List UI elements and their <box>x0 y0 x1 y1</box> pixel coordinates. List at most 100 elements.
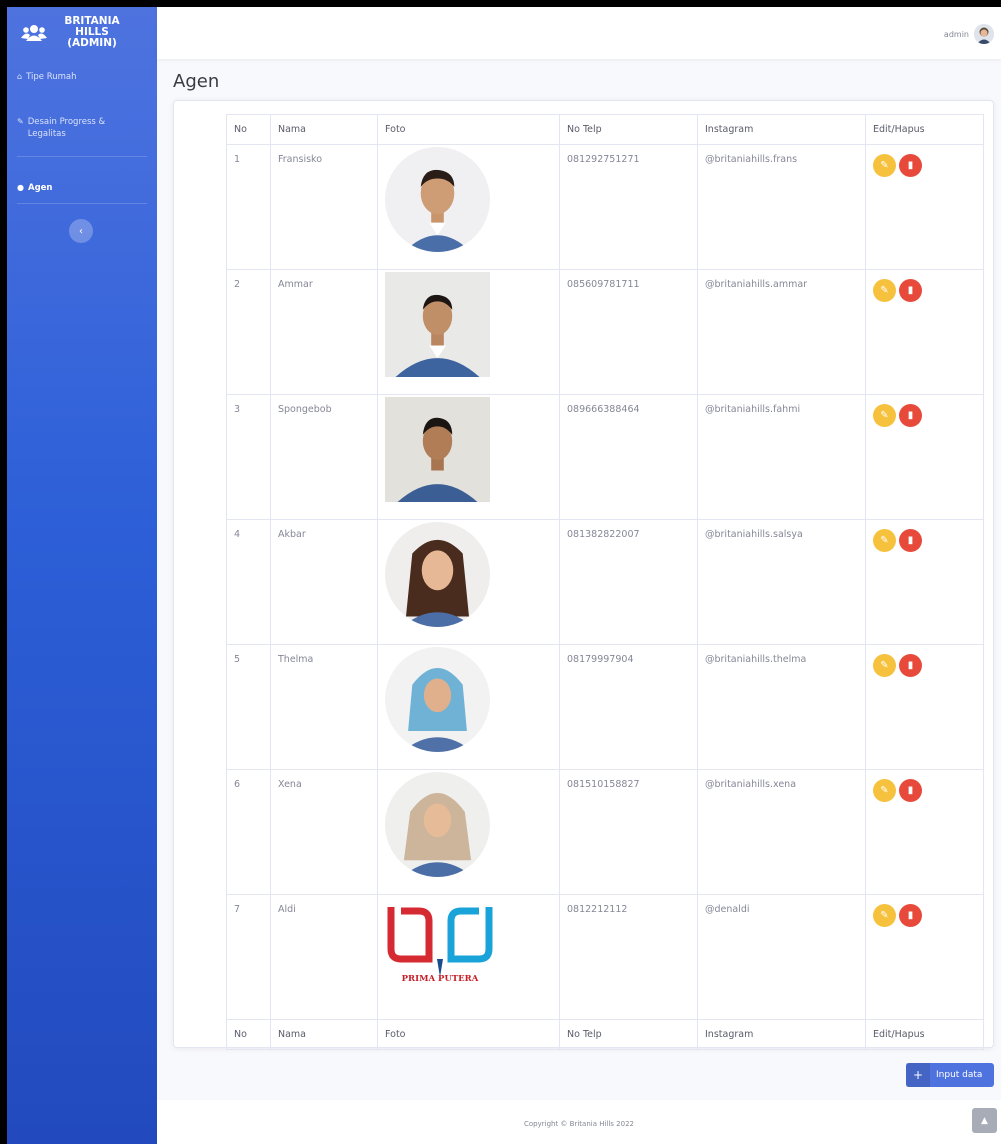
cell-actions: ✎ ▮ <box>865 269 984 395</box>
column-header-foto[interactable]: Foto <box>377 114 560 145</box>
cell-nama: Akbar <box>270 519 378 645</box>
cell-no: 6 <box>226 769 271 895</box>
agent-photo <box>385 522 490 627</box>
agent-table-card: No Nama Foto No Telp Instagram Edit/Hapu… <box>173 100 994 1050</box>
cell-foto: PRIMA PUTERA <box>377 894 560 1020</box>
column-header-edit-hapus[interactable]: Edit/Hapus <box>865 114 984 145</box>
cell-foto <box>377 519 560 645</box>
chevron-up-icon: ▲ <box>981 1115 988 1126</box>
cell-telp: 0812212112 <box>559 894 698 1020</box>
delete-button[interactable]: ▮ <box>899 654 922 677</box>
table-row: 4 Akbar 081382822007 @britaniahills.sals… <box>226 519 984 645</box>
users-icon <box>21 24 47 41</box>
edit-icon: ✎ <box>880 785 889 796</box>
cell-instagram: @britaniahills.thelma <box>697 644 866 770</box>
prima-putera-logo: PRIMA PUTERA <box>387 907 493 984</box>
topbar: admin <box>157 7 1001 59</box>
cell-no: 3 <box>226 394 271 520</box>
table-row: 1 Fransisko 081292751271 @britaniahills.… <box>226 144 984 270</box>
sidebar-item-label: Tipe Rumah <box>26 72 77 82</box>
cell-actions: ✎ ▮ <box>865 394 984 520</box>
delete-button[interactable]: ▮ <box>899 154 922 177</box>
user-menu[interactable]: admin <box>944 24 994 44</box>
page-title: Agen <box>173 71 220 92</box>
column-header-instagram[interactable]: Instagram <box>697 114 866 145</box>
column-header-no[interactable]: No <box>226 114 271 145</box>
edit-icon: ✎ <box>880 910 889 921</box>
copyright-text: Copyright © Britania Hills 2022 <box>524 1120 634 1128</box>
edit-icon: ✎ <box>880 285 889 296</box>
cell-telp: 081382822007 <box>559 519 698 645</box>
cell-instagram: @britaniahills.fahmi <box>697 394 866 520</box>
cell-instagram: @denaldi <box>697 894 866 1020</box>
scroll-to-top-button[interactable]: ▲ <box>972 1108 997 1133</box>
cell-instagram: @britaniahills.salsya <box>697 519 866 645</box>
cell-no: 2 <box>226 269 271 395</box>
edit-button[interactable]: ✎ <box>873 404 896 427</box>
table-row: 3 Spongebob 089666388464 @britaniahills.… <box>226 394 984 520</box>
cell-telp: 089666388464 <box>559 394 698 520</box>
trash-icon: ▮ <box>907 660 914 671</box>
sidebar-item-label: Desain Progress & Legalitas <box>27 117 106 139</box>
edit-icon: ✎ <box>880 535 889 546</box>
user-name: admin <box>943 29 969 39</box>
delete-button[interactable]: ▮ <box>899 904 922 927</box>
input-data-button[interactable]: + Input data <box>906 1063 994 1087</box>
edit-button[interactable]: ✎ <box>873 779 896 802</box>
plus-icon: + <box>906 1063 930 1087</box>
agent-photo <box>385 147 490 252</box>
trash-icon: ▮ <box>907 285 914 296</box>
delete-button[interactable]: ▮ <box>899 779 922 802</box>
cell-foto <box>377 144 560 270</box>
trash-icon: ▮ <box>907 785 914 796</box>
cell-telp: 081510158827 <box>559 769 698 895</box>
agent-photo <box>385 272 490 377</box>
delete-button[interactable]: ▮ <box>899 404 922 427</box>
column-header-telp[interactable]: No Telp <box>559 114 698 145</box>
cell-no: 7 <box>226 894 271 1020</box>
column-footer-telp: No Telp <box>559 1019 698 1050</box>
agent-photo <box>385 647 490 752</box>
cell-instagram: @britaniahills.xena <box>697 769 866 895</box>
cell-no: 5 <box>226 644 271 770</box>
brand[interactable]: BRITANIA HILLS (ADMIN) <box>7 7 157 58</box>
sidebar-item-tipe-rumah[interactable]: ⌂ Tipe Rumah <box>7 72 157 94</box>
cell-nama: Aldi <box>270 894 378 1020</box>
sidebar: BRITANIA HILLS (ADMIN) ⌂ Tipe Rumah ✎ De… <box>7 7 157 1144</box>
sidebar-toggle-button[interactable]: ‹ <box>69 219 93 243</box>
delete-button[interactable]: ▮ <box>899 279 922 302</box>
cell-foto <box>377 769 560 895</box>
edit-button[interactable]: ✎ <box>873 279 896 302</box>
edit-button[interactable]: ✎ <box>873 529 896 552</box>
sidebar-item-agen[interactable]: ● Agen <box>7 183 157 203</box>
edit-button[interactable]: ✎ <box>873 654 896 677</box>
delete-button[interactable]: ▮ <box>899 529 922 552</box>
agent-table: No Nama Foto No Telp Instagram Edit/Hapu… <box>226 114 984 1050</box>
home-icon: ⌂ <box>17 72 23 81</box>
agent-photo <box>385 772 490 877</box>
sidebar-item-desain-progress[interactable]: ✎ Desain Progress & Legalitas <box>7 116 157 156</box>
trash-icon: ▮ <box>907 535 914 546</box>
input-data-label: Input data <box>936 1070 983 1080</box>
table-footer-row: No Nama Foto No Telp Instagram Edit/Hapu… <box>226 1019 984 1050</box>
cell-actions: ✎ ▮ <box>865 644 984 770</box>
column-header-nama[interactable]: Nama <box>270 114 378 145</box>
cell-foto <box>377 394 560 520</box>
table-row: 2 Ammar 085609781711 @britaniahills.amma… <box>226 269 984 395</box>
cell-actions: ✎ ▮ <box>865 894 984 1020</box>
edit-button[interactable]: ✎ <box>873 154 896 177</box>
trash-icon: ▮ <box>907 910 914 921</box>
cell-actions: ✎ ▮ <box>865 144 984 270</box>
cell-telp: 085609781711 <box>559 269 698 395</box>
column-footer-edit-hapus: Edit/Hapus <box>865 1019 984 1050</box>
edit-icon: ✎ <box>880 660 889 671</box>
edit-button[interactable]: ✎ <box>873 904 896 927</box>
cell-telp: 08179997904 <box>559 644 698 770</box>
cell-instagram: @britaniahills.ammar <box>697 269 866 395</box>
brand-title: BRITANIA HILLS (ADMIN) <box>64 15 120 49</box>
cell-foto <box>377 644 560 770</box>
cell-no: 4 <box>226 519 271 645</box>
cell-nama: Thelma <box>270 644 378 770</box>
column-footer-foto: Foto <box>377 1019 560 1050</box>
chevron-left-icon: ‹ <box>79 225 83 237</box>
